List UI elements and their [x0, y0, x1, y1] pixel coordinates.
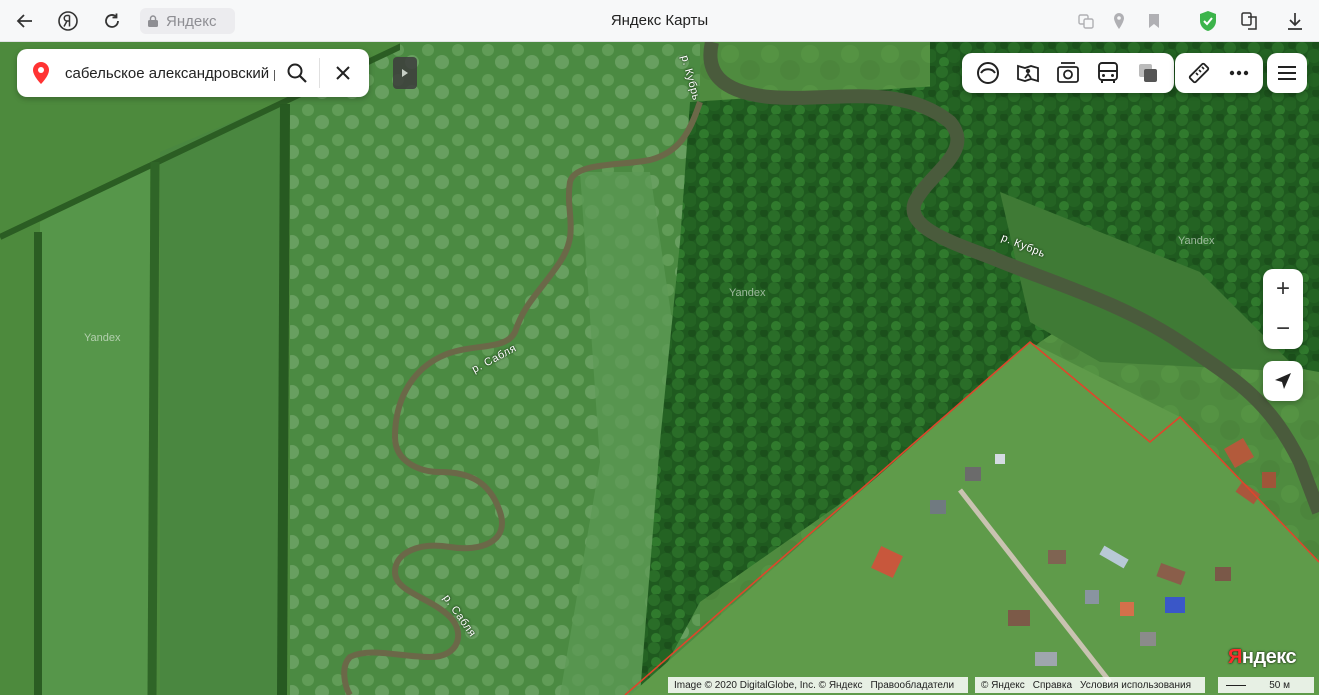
zoom-in-button[interactable]: + [1263, 269, 1303, 309]
camera-icon [1057, 62, 1079, 83]
imagery-attribution: Image © 2020 DigitalGlobe, Inc. © Яндекс… [668, 677, 969, 693]
rights-holders-link[interactable]: Правообладатели [870, 680, 954, 691]
geolocation-icon [1275, 373, 1291, 389]
menu-icon [1278, 66, 1296, 80]
location-icon [1114, 13, 1124, 29]
watermark: Yandex [84, 332, 121, 344]
collections-button[interactable] [1237, 8, 1263, 34]
photo-button[interactable] [1048, 53, 1088, 93]
reload-icon [105, 13, 119, 28]
map-viewport[interactable]: р. Кубрь р. Кубрь р. Сабля р. Сабля Yand… [0, 42, 1319, 695]
search-icon [287, 63, 307, 83]
translate-icon [1078, 14, 1094, 29]
translate-button[interactable] [1073, 8, 1099, 34]
location-pin-icon [33, 62, 49, 84]
traffic-button[interactable] [1128, 53, 1168, 93]
search-box [17, 49, 369, 97]
chevron-right-icon [402, 69, 408, 77]
logo-rest: ндекс [1241, 646, 1297, 668]
watermark: Yandex [729, 287, 766, 299]
zoom-control: + − [1263, 269, 1303, 349]
expand-sidebar-button[interactable] [393, 57, 417, 89]
lock-icon [148, 15, 158, 27]
yandex-logo[interactable]: Яндекс [1228, 646, 1297, 669]
layers-button[interactable] [968, 53, 1008, 93]
copyright-text: © Яндекс [981, 679, 1025, 691]
terms-link[interactable]: Условия использования [1080, 680, 1191, 691]
logo-first-letter: Я [1228, 646, 1242, 668]
search-button[interactable] [275, 49, 319, 97]
browser-toolbar: Яндекс Яндекс Карты [0, 0, 1319, 42]
yandex-browser-icon [58, 11, 78, 31]
ruler-icon [1188, 62, 1210, 84]
traffic-icon [1139, 64, 1157, 82]
close-icon [336, 66, 350, 80]
downloads-button[interactable] [1282, 8, 1308, 34]
download-icon [1288, 13, 1302, 30]
help-link[interactable]: Справка [1033, 680, 1072, 691]
address-text: Яндекс [166, 12, 217, 30]
ruler-button[interactable] [1179, 53, 1219, 93]
map-layers-toolbar [962, 53, 1174, 93]
scale-label: 50 м [1269, 679, 1290, 691]
scale-line [1226, 685, 1246, 686]
search-input[interactable] [65, 64, 275, 82]
back-button[interactable] [12, 8, 38, 34]
address-bar[interactable]: Яндекс [140, 8, 235, 34]
zoom-out-button[interactable]: − [1263, 309, 1303, 349]
reload-button[interactable] [99, 8, 125, 34]
panorama-icon [1017, 64, 1039, 83]
clear-search-button[interactable] [320, 49, 366, 97]
location-button[interactable] [1106, 8, 1132, 34]
shield-icon [1200, 11, 1216, 31]
search-pin [17, 49, 65, 97]
transport-button[interactable] [1088, 53, 1128, 93]
footer-links: © Яндекс Справка Условия использования [975, 677, 1206, 693]
protect-button[interactable] [1195, 8, 1221, 34]
extra-tools-toolbar [1175, 53, 1263, 93]
bookmark-icon [1149, 14, 1159, 28]
satellite-imagery [0, 42, 1319, 695]
menu-button[interactable] [1267, 53, 1307, 93]
scale-bar: 50 м [1218, 677, 1314, 693]
more-button[interactable] [1219, 53, 1259, 93]
collections-icon [1241, 12, 1257, 30]
arrow-left-icon [16, 14, 32, 28]
layers-icon [977, 62, 999, 84]
yandex-browser-button[interactable] [55, 8, 81, 34]
more-icon [1229, 70, 1249, 76]
bookmark-button[interactable] [1141, 8, 1167, 34]
panorama-button[interactable] [1008, 53, 1048, 93]
imagery-credit: Image © 2020 DigitalGlobe, Inc. © Яндекс [674, 679, 863, 691]
geolocation-button[interactable] [1263, 361, 1303, 401]
watermark: Yandex [1178, 235, 1215, 247]
bus-icon [1098, 62, 1118, 83]
